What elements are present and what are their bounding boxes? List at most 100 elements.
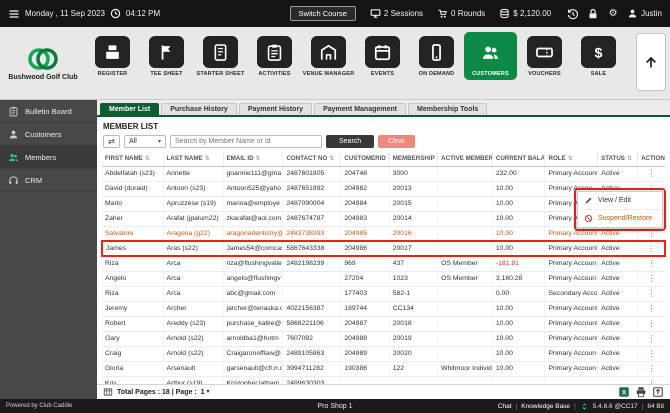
row-actions-button[interactable]: ⋮: [638, 361, 665, 376]
table-row[interactable]: JeremyArcherjarcher@tenaska.c40221563871…: [102, 301, 665, 316]
filter-select[interactable]: All ▾: [124, 135, 166, 148]
sort-icon: ⇅: [329, 156, 334, 162]
version-update-icon: [580, 402, 589, 411]
sort-icon: ⇅: [145, 156, 150, 162]
toolbar-tile-events[interactable]: EVENTS: [356, 32, 409, 80]
column-header-current-balance[interactable]: CURRENT BALANCE⇅: [492, 152, 545, 166]
date-label: Monday , 11 Sep 2023: [25, 9, 105, 18]
pagination-label: Total Pages : 18 | Page :: [117, 389, 197, 396]
search-input[interactable]: [170, 135, 322, 148]
toolbar-tile-sale[interactable]: $ SALE: [572, 32, 625, 80]
table-row[interactable]: GloriaArsenaultgarsenault@cfl.rr.c399471…: [102, 361, 665, 376]
context-menu-item-suspend-restore[interactable]: Suspend/Restore: [578, 210, 662, 227]
row-actions-button[interactable]: ⋮: [638, 241, 665, 256]
table-row[interactable]: CraigArnold (s22)Craigaronofflaw@2489105…: [102, 346, 665, 361]
table-row[interactable]: RobertAreddy (s23)purchase_katke@5868221…: [102, 316, 665, 331]
separator: |: [642, 403, 644, 410]
column-header-membership[interactable]: MEMBERSHIP⇅: [389, 152, 437, 166]
row-actions-button[interactable]: ⋮: [638, 286, 665, 301]
table-row[interactable]: RizaArcaabc@gmail.com177403582-10.00Seco…: [102, 286, 665, 301]
toolbar-tile-customers[interactable]: CUSTOMERS: [464, 32, 517, 80]
tab-payment-history[interactable]: Payment History: [239, 103, 312, 115]
column-header-customerid[interactable]: CUSTOMERID⇅: [341, 152, 389, 166]
table-row[interactable]: AngeloArcaangelo@flushingv272041023OS Me…: [102, 271, 665, 286]
context-menu-item-view-edit[interactable]: View / Edit: [578, 192, 662, 210]
knowledge-base-link[interactable]: Knowledge Base: [521, 403, 570, 410]
row-actions-button[interactable]: ⋮: [638, 256, 665, 271]
row-actions-button[interactable]: ⋮: [638, 346, 665, 361]
tab-bar: Member ListPurchase HistoryPayment Histo…: [97, 100, 670, 117]
dollar-icon: $: [581, 36, 616, 68]
sidebar-item-crm[interactable]: CRM: [0, 169, 97, 192]
table-row[interactable]: JamesAras (s22)James54@comcas58676433382…: [102, 241, 665, 256]
clear-button[interactable]: Clear: [378, 135, 415, 148]
table-row[interactable]: Abdelfatah (s23)Annettegoannie111@gma248…: [102, 166, 665, 181]
table-row[interactable]: RizaArcariza@flushingvalle24821982399694…: [102, 256, 665, 271]
row-actions-button[interactable]: ⋮: [638, 316, 665, 331]
sidebar-item-label: Bulletin Board: [25, 107, 72, 116]
topbar-actions: ⚙ Justin: [567, 8, 662, 20]
collapse-toolbar-button[interactable]: [636, 33, 666, 91]
statusbar-links: Chat | Knowledge Base | 5.4.6.6 @CC17 | …: [498, 402, 664, 411]
column-header-last-name[interactable]: LAST NAME⇅: [163, 152, 223, 166]
column-header-status[interactable]: STATUS⇅: [598, 152, 638, 166]
tile-label: TEE SHEET: [150, 71, 182, 77]
sidebar-item-customers[interactable]: Customers: [0, 123, 97, 146]
sidebar-item-members[interactable]: Members: [0, 146, 97, 169]
row-actions-button[interactable]: ⋮: [638, 166, 665, 181]
column-header-role[interactable]: ROLE⇅: [545, 152, 598, 166]
chat-link[interactable]: Chat: [498, 403, 512, 410]
switch-course-button[interactable]: Switch Course: [290, 6, 356, 21]
column-header-first-name[interactable]: FIRST NAME⇅: [102, 152, 163, 166]
refresh-filter-button[interactable]: ⇄: [103, 135, 120, 148]
excel-export-icon[interactable]: X: [618, 386, 630, 398]
tab-payment-management[interactable]: Payment Management: [314, 103, 406, 115]
column-header-action[interactable]: ACTION: [638, 152, 665, 166]
sort-icon: ⇅: [205, 156, 210, 162]
sidebar-item-bulletin-board[interactable]: Bulletin Board: [0, 100, 97, 123]
table-row[interactable]: KrisArthur (s19)Kristopher.latham2489630…: [102, 376, 665, 384]
tab-purchase-history[interactable]: Purchase History: [161, 103, 237, 115]
club-name: Bushwood Golf Club: [8, 74, 77, 81]
toolbar-tile-register[interactable]: REGISTER: [86, 32, 139, 80]
gear-icon[interactable]: ⚙: [607, 8, 619, 20]
bit-label: 64 Bit: [647, 403, 664, 410]
menu-icon[interactable]: [8, 8, 20, 20]
search-button[interactable]: Search: [326, 135, 374, 148]
sort-icon: ⇅: [627, 156, 632, 162]
separator: |: [574, 403, 576, 410]
history-clock-icon[interactable]: [567, 8, 579, 20]
tab-membership-tools[interactable]: Membership Tools: [408, 103, 487, 115]
toolbar-tile-vouchers[interactable]: VOUCHERS: [518, 32, 571, 80]
toolbar-tile-tee-sheet[interactable]: TEE SHEET: [140, 32, 193, 80]
toolbar-tile-venue-manager[interactable]: VENUE MANAGER: [302, 32, 355, 80]
user-icon: [627, 8, 638, 19]
toolbar-tile-starter-sheet[interactable]: STARTER SHEET: [194, 32, 247, 80]
toolbar-tile-activities[interactable]: ACTIVITIES: [248, 32, 301, 80]
separator: |: [516, 403, 518, 410]
row-actions-button[interactable]: ⋮: [638, 331, 665, 346]
page-select[interactable]: 1 ▾: [201, 389, 210, 396]
tablet-icon: [203, 36, 238, 68]
table-footer: Total Pages : 18 | Page : 1 ▾ X: [97, 384, 670, 399]
people-icon: [8, 152, 19, 163]
tile-label: SALE: [591, 71, 606, 77]
clipboard-icon: [257, 36, 292, 68]
rounds-label: 0 Rounds: [451, 9, 485, 18]
sidebar-item-label: Customers: [25, 130, 61, 139]
export-icon[interactable]: [652, 386, 664, 398]
row-actions-button[interactable]: ⋮: [638, 301, 665, 316]
column-header-email-id[interactable]: EMAIL ID⇅: [223, 152, 283, 166]
print-icon[interactable]: [635, 386, 647, 398]
column-header-contact-no[interactable]: CONTACT NO⇅: [283, 152, 341, 166]
row-actions-button[interactable]: ⋮: [638, 376, 665, 384]
column-header-active-membershi[interactable]: ACTIVE MEMBERSHI⇅: [438, 152, 493, 166]
lock-icon[interactable]: [587, 8, 599, 20]
topbar: Monday , 11 Sep 2023 04:12 PM Switch Cou…: [0, 0, 670, 27]
toolbar-tile-on-demand[interactable]: ON DEMAND: [410, 32, 463, 80]
table-row[interactable]: GaryArnold (s22)arnoldba1@hotm7607092204…: [102, 331, 665, 346]
clock-icon: [110, 8, 121, 19]
tab-member-list[interactable]: Member List: [100, 103, 159, 115]
user-menu[interactable]: Justin: [627, 8, 662, 19]
row-actions-button[interactable]: ⋮: [638, 271, 665, 286]
